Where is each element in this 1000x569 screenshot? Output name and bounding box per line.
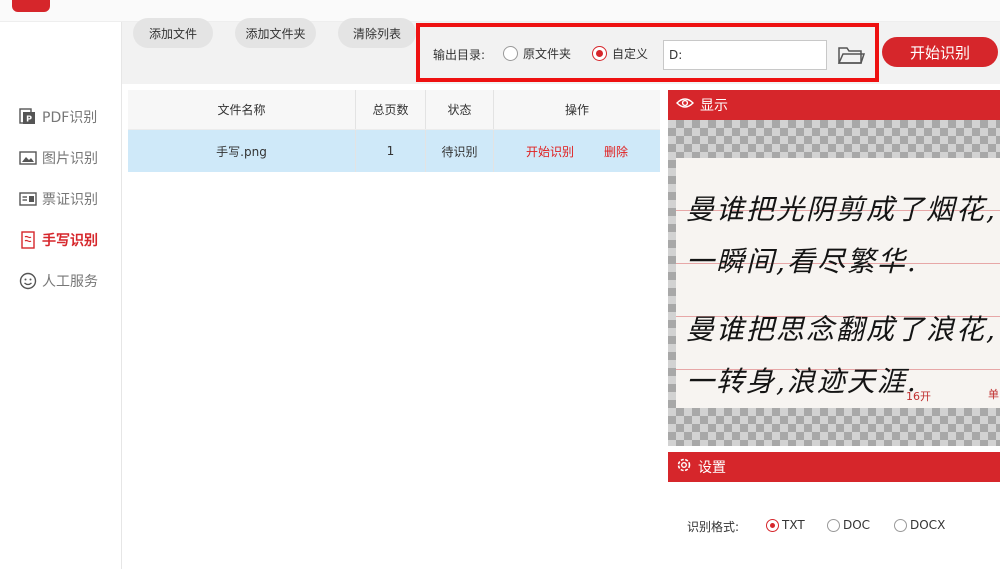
gear-icon — [676, 457, 692, 477]
sidebar-item-label: PDF识别 — [42, 110, 98, 126]
radio-circle — [827, 518, 840, 532]
app-logo — [12, 0, 50, 12]
file-name-cell: 手写.png — [128, 130, 356, 172]
table-row[interactable]: 手写.png 1 待识别 开始识别 删除 — [128, 130, 660, 172]
radio-label: 原文件夹 — [523, 47, 572, 61]
handwriting-line: 一瞬间,看尽繁华. — [686, 245, 918, 278]
format-option-label: TXT — [782, 518, 805, 532]
sidebar-item-handwriting[interactable]: 手写识别 — [18, 229, 98, 251]
eye-icon — [676, 97, 694, 113]
format-txt-radio[interactable]: TXT — [766, 518, 805, 532]
handwriting-image: 曼谁把光阴剪成了烟花, 一瞬间,看尽繁华. 曼谁把思念翻成了浪花, 一转身,浪迹… — [676, 158, 1000, 408]
actions-cell: 开始识别 删除 — [494, 130, 660, 172]
sidebar-item-label: 人工服务 — [42, 274, 98, 290]
format-option-label: DOCX — [910, 518, 946, 532]
format-label: 识别格式: — [687, 520, 740, 534]
radio-original-folder[interactable]: 原文件夹 — [503, 45, 571, 62]
preview-area: 曼谁把光阴剪成了烟花, 一瞬间,看尽繁华. 曼谁把思念翻成了浪花, 一转身,浪迹… — [668, 120, 1000, 446]
sidebar-item-label: 手写识别 — [42, 233, 98, 249]
col-header-pages: 总页数 — [356, 90, 426, 129]
radio-label: 自定义 — [612, 47, 649, 61]
add-folder-button[interactable]: 添加文件夹 — [235, 18, 316, 48]
sidebar-item-label: 图片识别 — [42, 151, 98, 167]
sidebar-item-service[interactable]: 人工服务 — [18, 270, 98, 292]
id-card-icon — [18, 189, 38, 209]
radio-circle — [503, 46, 518, 61]
preview-header: 显示 — [668, 90, 1000, 120]
paper-mark-right: 单 — [988, 388, 999, 401]
settings-header: 设置 — [668, 452, 1000, 482]
handwriting-line: 曼谁把思念翻成了浪花, — [686, 313, 997, 346]
pdf-icon: P — [18, 107, 38, 127]
radio-custom[interactable]: 自定义 — [592, 45, 648, 62]
clear-list-button[interactable]: 清除列表 — [338, 18, 416, 48]
sidebar: P PDF识别 图片识别 票证识别 手写识别 人工服务 — [0, 22, 122, 569]
handwriting-line: 曼谁把光阴剪成了烟花, — [686, 193, 997, 226]
output-dir-label: 输出目录: — [433, 48, 486, 62]
sidebar-item-label: 票证识别 — [42, 192, 98, 208]
row-start-link[interactable]: 开始识别 — [526, 143, 574, 160]
format-docx-radio[interactable]: DOCX — [894, 518, 945, 532]
row-delete-link[interactable]: 删除 — [604, 143, 628, 160]
sidebar-item-image[interactable]: 图片识别 — [18, 147, 98, 169]
radio-circle — [592, 46, 607, 61]
format-doc-radio[interactable]: DOC — [827, 518, 870, 532]
page-count-cell: 1 — [356, 130, 426, 172]
file-table: 文件名称 总页数 状态 操作 手写.png 1 待识别 开始识别 删除 — [128, 90, 660, 172]
handwriting-icon — [18, 230, 38, 250]
output-path-input[interactable] — [663, 40, 827, 70]
col-header-actions: 操作 — [564, 103, 589, 117]
format-option-label: DOC — [843, 518, 871, 532]
sidebar-item-pdf[interactable]: P PDF识别 — [18, 106, 97, 128]
col-header-status: 状态 — [426, 90, 494, 129]
sidebar-item-ticket[interactable]: 票证识别 — [18, 188, 98, 210]
image-icon — [18, 148, 38, 168]
table-header: 文件名称 总页数 状态 操作 — [128, 90, 660, 130]
smiley-icon — [18, 271, 38, 291]
status-cell: 待识别 — [426, 130, 494, 172]
radio-circle — [766, 518, 779, 532]
start-recognize-button[interactable]: 开始识别 — [882, 37, 998, 67]
radio-circle — [894, 518, 907, 532]
svg-text:P: P — [26, 115, 32, 124]
paper-size-mark: 16开 — [906, 390, 931, 403]
col-header-filename: 文件名称 — [128, 90, 356, 129]
add-file-button[interactable]: 添加文件 — [133, 18, 213, 48]
settings-title: 设置 — [698, 460, 726, 476]
browse-folder-icon[interactable] — [837, 44, 866, 66]
handwriting-line: 一转身,浪迹天涯. — [686, 365, 918, 398]
preview-title: 显示 — [700, 98, 728, 114]
